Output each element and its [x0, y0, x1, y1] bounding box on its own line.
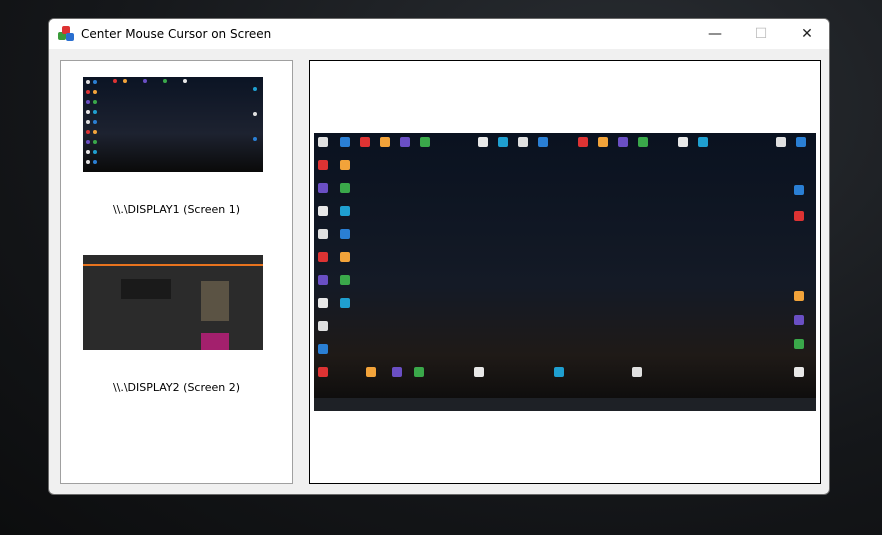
desktop-app-icon: [123, 79, 127, 83]
desktop-app-icon: [93, 90, 97, 94]
desktop-app-icon: [143, 79, 147, 83]
desktop-app-icon: [86, 140, 90, 144]
display2-label[interactable]: \\.\DISPLAY2 (Screen 2): [61, 381, 292, 394]
display1-label[interactable]: \\.\DISPLAY1 (Screen 1): [61, 203, 292, 216]
desktop-app-icon: [318, 206, 328, 216]
desktop-app-icon: [776, 137, 786, 147]
desktop-app-icon: [318, 183, 328, 193]
desktop-app-icon: [113, 79, 117, 83]
display-preview-panel[interactable]: [309, 60, 821, 484]
taskbar: [314, 398, 816, 411]
desktop-app-icon: [86, 100, 90, 104]
desktop-app-icon: [93, 80, 97, 84]
desktop-app-icon: [318, 275, 328, 285]
desktop-app-icon: [163, 79, 167, 83]
desktop-app-icon: [380, 137, 390, 147]
desktop-app-icon: [474, 367, 484, 377]
desktop-app-icon: [86, 90, 90, 94]
desktop-preview: [314, 133, 816, 411]
desktop-app-icon: [554, 367, 564, 377]
desktop-app-icon: [794, 211, 804, 221]
desktop-app-icon: [318, 137, 328, 147]
close-button[interactable]: ✕: [784, 19, 829, 49]
desktop-app-icon: [318, 298, 328, 308]
desktop-app-icon: [86, 150, 90, 154]
minimize-button[interactable]: —: [692, 19, 738, 49]
desktop-app-icon: [478, 137, 488, 147]
desktop-app-icon: [392, 367, 402, 377]
desktop-app-icon: [340, 137, 350, 147]
desktop-app-icon: [86, 80, 90, 84]
desktop-app-icon: [414, 367, 424, 377]
desktop-app-icon: [498, 137, 508, 147]
window-title: Center Mouse Cursor on Screen: [81, 27, 272, 41]
desktop-app-icon: [340, 206, 350, 216]
desktop-app-icon: [632, 367, 642, 377]
desktop-app-icon: [578, 137, 588, 147]
desktop-app-icon: [340, 229, 350, 239]
desktop-app-icon: [183, 79, 187, 83]
desktop-app-icon: [420, 137, 430, 147]
desktop-app-icon: [794, 367, 804, 377]
desktop-app-icon: [86, 130, 90, 134]
desktop-app-icon: [340, 160, 350, 170]
desktop-app-icon: [794, 339, 804, 349]
desktop-app-icon: [538, 137, 548, 147]
desktop-app-icon: [794, 185, 804, 195]
desktop-app-icon: [638, 137, 648, 147]
app-icon: [58, 26, 74, 42]
title-bar: Center Mouse Cursor on Screen — ☐ ✕: [49, 19, 829, 49]
desktop-app-icon: [794, 315, 804, 325]
desktop-app-icon: [340, 298, 350, 308]
desktop-app-icon: [93, 130, 97, 134]
desktop-app-icon: [93, 120, 97, 124]
desktop-app-icon: [93, 100, 97, 104]
display1-thumbnail[interactable]: [83, 77, 263, 172]
desktop-app-icon: [340, 252, 350, 262]
desktop-app-icon: [253, 112, 257, 116]
desktop-app-icon: [318, 367, 328, 377]
desktop-app-icon: [360, 137, 370, 147]
desktop-app-icon: [93, 110, 97, 114]
desktop-app-icon: [318, 344, 328, 354]
desktop-app-icon: [93, 160, 97, 164]
desktop-app-icon: [518, 137, 528, 147]
desktop-app-icon: [794, 291, 804, 301]
desktop-app-icon: [618, 137, 628, 147]
desktop-app-icon: [318, 229, 328, 239]
desktop-app-icon: [698, 137, 708, 147]
desktop-app-icon: [253, 87, 257, 91]
desktop-app-icon: [93, 140, 97, 144]
display-list[interactable]: \\.\DISPLAY1 (Screen 1) \\.\DISPLAY2 (Sc…: [60, 60, 293, 484]
desktop-app-icon: [340, 275, 350, 285]
desktop-app-icon: [366, 367, 376, 377]
desktop-app-icon: [86, 160, 90, 164]
desktop-app-icon: [340, 183, 350, 193]
display2-thumbnail[interactable]: [83, 255, 263, 350]
desktop-app-icon: [93, 150, 97, 154]
desktop-app-icon: [86, 110, 90, 114]
desktop-app-icon: [318, 321, 328, 331]
desktop-app-icon: [598, 137, 608, 147]
maximize-button[interactable]: ☐: [738, 19, 784, 49]
desktop-app-icon: [86, 120, 90, 124]
desktop-app-icon: [400, 137, 410, 147]
app-window: Center Mouse Cursor on Screen — ☐ ✕ \\.\…: [48, 18, 830, 495]
desktop-app-icon: [318, 252, 328, 262]
desktop-app-icon: [796, 137, 806, 147]
desktop-app-icon: [678, 137, 688, 147]
desktop-app-icon: [253, 137, 257, 141]
desktop-app-icon: [318, 160, 328, 170]
